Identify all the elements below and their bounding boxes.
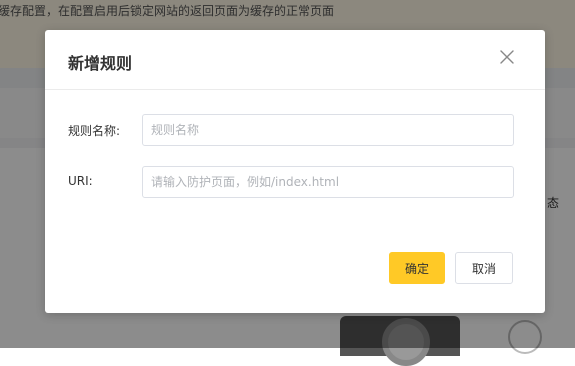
rule-name-label: 规则名称:	[68, 124, 121, 138]
uri-row: URI:	[45, 166, 545, 198]
uri-input[interactable]	[142, 166, 514, 198]
rule-name-input[interactable]	[142, 114, 514, 146]
confirm-button[interactable]: 确定	[389, 252, 445, 284]
rule-name-row: 规则名称:	[45, 114, 545, 146]
cancel-button[interactable]: 取消	[455, 252, 513, 284]
close-button[interactable]	[497, 47, 517, 67]
uri-label: URI:	[68, 174, 93, 188]
dialog-header: 新增规则	[45, 30, 545, 90]
close-icon	[500, 50, 514, 64]
dialog-title: 新增规则	[68, 54, 133, 73]
add-rule-dialog: 新增规则 规则名称: URI: 确定 取消	[45, 30, 545, 313]
